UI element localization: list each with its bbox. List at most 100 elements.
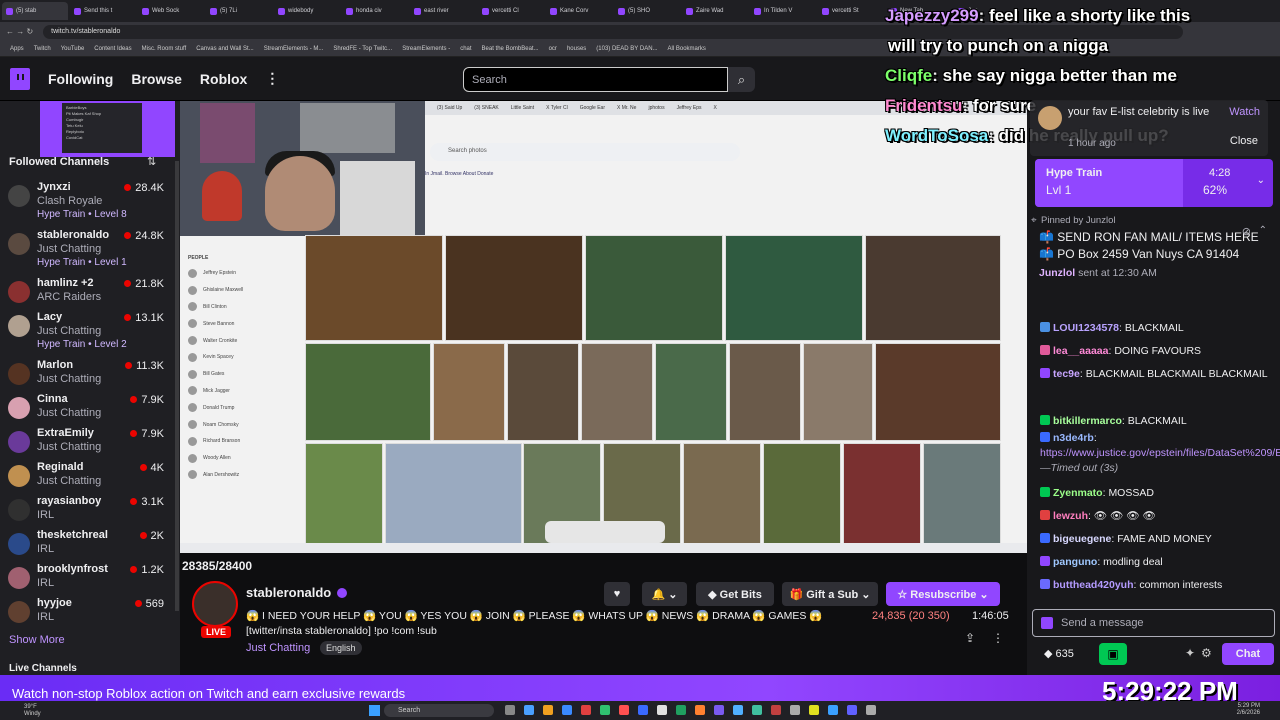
channel-points[interactable]: ◆ 635 bbox=[1044, 647, 1074, 660]
chat-username[interactable]: n3de4rb bbox=[1053, 432, 1094, 444]
bookmark-item[interactable]: StreamElements - M... bbox=[264, 46, 324, 52]
taskbar-app-icon[interactable] bbox=[581, 705, 591, 715]
sidebar-channel-jynxzi[interactable]: Jynxzi Clash Royale 28.4K Hype Train • Leve… bbox=[8, 181, 173, 220]
browser-tab[interactable]: vercetti Cl bbox=[478, 2, 544, 20]
taskbar-app-icon[interactable] bbox=[809, 705, 819, 715]
video-player[interactable]: (3) Said Up (3) SNEAK Little Saint X Tyler … bbox=[180, 101, 1027, 553]
share-icon[interactable]: ⇪ bbox=[965, 631, 975, 645]
photo-thumbnail[interactable] bbox=[433, 343, 505, 441]
sidebar-channel-rayasianboy[interactable]: rayasianboy IRL 3.1K bbox=[8, 495, 173, 527]
sidebar-channel-brooklynfrost[interactable]: brooklynfrost IRL 1.2K bbox=[8, 563, 173, 595]
nav-following[interactable]: Following bbox=[48, 71, 113, 87]
photo-thumbnail[interactable] bbox=[763, 443, 841, 549]
taskbar-app-icon[interactable] bbox=[847, 705, 857, 715]
promo-banner[interactable]: Watch non-stop Roblox action on Twitch a… bbox=[0, 675, 1280, 701]
chat-username[interactable]: butthead420yuh bbox=[1053, 579, 1134, 591]
sidebar-channel-extraemily[interactable]: ExtraEmily Just Chatting 7.9K bbox=[8, 427, 173, 459]
bookmark-item[interactable]: houses bbox=[567, 46, 586, 52]
photo-thumbnail[interactable] bbox=[385, 443, 522, 549]
browser-tab[interactable]: Send this t bbox=[70, 2, 136, 20]
taskbar-app-icon[interactable] bbox=[733, 705, 743, 715]
bookmark-item[interactable]: chat bbox=[460, 46, 471, 52]
photo-thumbnail[interactable] bbox=[725, 235, 863, 341]
streamer-avatar[interactable] bbox=[192, 581, 238, 627]
chat-username[interactable]: panguno bbox=[1053, 556, 1097, 568]
notification-bell-button[interactable]: 🔔 ⌄ bbox=[642, 582, 687, 606]
sidebar-channel-reginald[interactable]: Reginald Just Chatting 4K bbox=[8, 461, 173, 493]
taskbar-app-icon[interactable] bbox=[543, 705, 553, 715]
chat-settings-icon[interactable]: ✦⚙ bbox=[1185, 646, 1218, 660]
taskbar-app-icon[interactable] bbox=[619, 705, 629, 715]
bookmark-item[interactable]: StreamElements - bbox=[402, 46, 450, 52]
more-options-icon[interactable]: ⋮ bbox=[992, 631, 1004, 645]
photo-thumbnail[interactable] bbox=[803, 343, 873, 441]
chat-send-button[interactable]: Chat bbox=[1222, 643, 1274, 665]
browser-tab[interactable]: (5) 7Li bbox=[206, 2, 272, 20]
bookmark-item[interactable]: All Bookmarks bbox=[668, 46, 706, 52]
windows-start-icon[interactable] bbox=[369, 705, 380, 716]
photo-thumbnail[interactable] bbox=[507, 343, 579, 441]
bookmark-item[interactable]: (103) DEAD BY DAN... bbox=[596, 46, 657, 52]
notification-close-button[interactable]: Close bbox=[1230, 135, 1258, 147]
weather-widget[interactable]: 39°F Windy bbox=[24, 704, 41, 718]
twitch-logo-icon[interactable] bbox=[10, 67, 30, 90]
browser-tab[interactable]: east river bbox=[410, 2, 476, 20]
back-icon[interactable]: ← → ↻ bbox=[6, 27, 33, 36]
gift-sub-button[interactable]: 🎁 Gift a Sub ⌄ bbox=[782, 582, 878, 606]
bookmark-item[interactable]: Beat the BombBeat... bbox=[482, 46, 539, 52]
photo-thumbnail[interactable] bbox=[729, 343, 801, 441]
photo-thumbnail[interactable] bbox=[655, 343, 727, 441]
browser-tab[interactable]: In Tilden V bbox=[750, 2, 816, 20]
browser-tab[interactable]: honda civ bbox=[342, 2, 408, 20]
taskbar-app-icon[interactable] bbox=[714, 705, 724, 715]
nav-more-icon[interactable]: ⋮ bbox=[265, 70, 279, 87]
hype-train-banner[interactable]: Hype Train Lvl 1 4:28 62% ⌄ bbox=[1035, 159, 1273, 207]
claim-points-icon[interactable]: ▣ bbox=[1099, 643, 1127, 665]
taskbar-app-icon[interactable] bbox=[657, 705, 667, 715]
photo-thumbnail[interactable] bbox=[865, 235, 1001, 341]
chat-username[interactable]: LOUI1234578 bbox=[1053, 322, 1119, 334]
photo-thumbnail[interactable] bbox=[445, 235, 583, 341]
photo-thumbnail[interactable] bbox=[875, 343, 1001, 441]
taskbar-app-icon[interactable] bbox=[524, 705, 534, 715]
sidebar-channel-hyyjoe[interactable]: hyyjoe IRL 569 bbox=[8, 597, 173, 629]
bookmark-item[interactable]: Apps bbox=[10, 46, 24, 52]
bookmark-item[interactable]: Twitch bbox=[34, 46, 51, 52]
taskbar-app-icon[interactable] bbox=[505, 705, 515, 715]
notification-watch-button[interactable]: Watch bbox=[1229, 106, 1260, 118]
photo-thumbnail[interactable] bbox=[305, 235, 443, 341]
bookmark-item[interactable]: Canvas and Wall St... bbox=[196, 46, 253, 52]
sidebar-channel-stableronaldo[interactable]: stableronaldo Just Chatting 24.8K Hype Trai… bbox=[8, 229, 173, 268]
sort-icon[interactable]: ⇅ bbox=[147, 155, 156, 168]
photo-thumbnail[interactable] bbox=[305, 343, 431, 441]
bookmark-item[interactable]: YouTube bbox=[61, 46, 85, 52]
chat-username[interactable]: Zyenmato bbox=[1053, 487, 1103, 499]
taskbar-app-icon[interactable] bbox=[676, 705, 686, 715]
taskbar-app-icon[interactable] bbox=[752, 705, 762, 715]
nav-browse[interactable]: Browse bbox=[131, 71, 182, 87]
browser-tab[interactable]: vercetti St bbox=[818, 2, 884, 20]
taskbar-app-icon[interactable] bbox=[828, 705, 838, 715]
browser-tab[interactable]: (5) SHO bbox=[614, 2, 680, 20]
taskbar-app-icon[interactable] bbox=[866, 705, 876, 715]
taskbar-app-icon[interactable] bbox=[638, 705, 648, 715]
browser-tab[interactable]: (5) stab bbox=[2, 2, 68, 20]
browser-tab[interactable]: Kane Corv bbox=[546, 2, 612, 20]
sidebar-channel-hamlinz2[interactable]: hamlinz +2 ARC Raiders 21.8K bbox=[8, 277, 173, 309]
browser-tab[interactable]: Web Sock bbox=[138, 2, 204, 20]
sidebar-channel-thesketchreal[interactable]: thesketchreal IRL 2K bbox=[8, 529, 173, 561]
taskbar-app-icon[interactable] bbox=[771, 705, 781, 715]
nav-roblox[interactable]: Roblox bbox=[200, 71, 247, 87]
bookmark-item[interactable]: Misc. Room stuff bbox=[142, 46, 187, 52]
chat-username[interactable]: bigeuegene bbox=[1053, 533, 1111, 545]
resubscribe-button[interactable]: ☆ Resubscribe ⌄ bbox=[886, 582, 1000, 606]
chat-username[interactable]: tec9e bbox=[1053, 368, 1080, 380]
taskbar-app-icon[interactable] bbox=[562, 705, 572, 715]
bookmark-item[interactable]: Content Ideas bbox=[94, 46, 131, 52]
photo-thumbnail[interactable] bbox=[923, 443, 1001, 549]
taskbar-app-icon[interactable] bbox=[790, 705, 800, 715]
photo-thumbnail[interactable] bbox=[683, 443, 761, 549]
bookmark-item[interactable]: ocr bbox=[549, 46, 557, 52]
bookmark-item[interactable]: ShredFE - Top Twitc... bbox=[333, 46, 392, 52]
get-bits-button[interactable]: ◆ Get Bits bbox=[696, 582, 774, 606]
